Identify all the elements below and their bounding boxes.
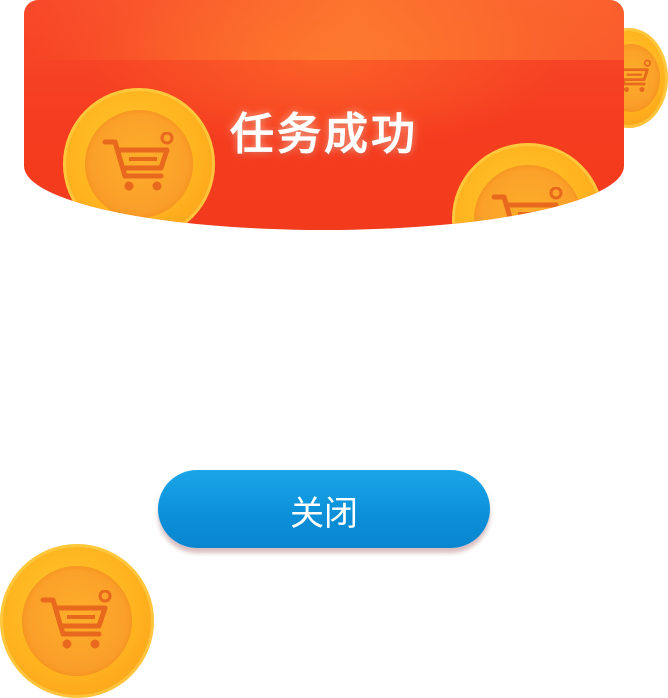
shopping-cart-icon: [40, 590, 112, 649]
header-coin-layer: [24, 0, 624, 230]
task-success-dialog: 任务成功 关闭: [0, 0, 668, 698]
close-button-label: 关闭: [290, 494, 358, 533]
shopping-cart-icon: [491, 187, 563, 230]
shopping-cart-icon: [102, 132, 174, 191]
coin-icon: [63, 88, 215, 230]
coin-icon: [452, 143, 604, 230]
coin-icon: [0, 544, 154, 698]
close-button[interactable]: 关闭: [158, 470, 490, 548]
